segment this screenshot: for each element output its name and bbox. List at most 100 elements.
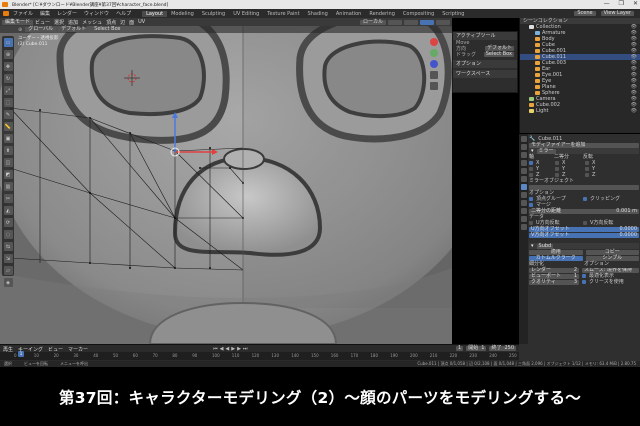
transform-tool-icon[interactable]: ⬚	[3, 98, 13, 107]
clipping-checkbox[interactable]	[583, 197, 587, 201]
scene-tab-icon[interactable]	[520, 160, 527, 166]
shear-tool-icon[interactable]: ▱	[3, 266, 13, 275]
menu-add[interactable]: 追加	[68, 19, 78, 26]
scale-tool-icon[interactable]: ⤢	[3, 86, 13, 95]
material-shading-icon[interactable]	[436, 19, 450, 25]
axis-y-icon[interactable]	[430, 49, 438, 57]
extrude-tool-icon[interactable]: ⬆	[3, 146, 13, 155]
v-mirror-checkbox[interactable]	[583, 221, 587, 225]
polybuild-tool-icon[interactable]: ◭	[3, 206, 13, 215]
drag-dropdown[interactable]: Select Box	[483, 52, 514, 57]
maximize-button[interactable]: ❐	[619, 0, 624, 9]
menu-edge[interactable]: 辺	[120, 19, 125, 26]
u-offset-field[interactable]: U方向オフセット 0.0000	[529, 226, 639, 232]
simple-button[interactable]: シンプル	[585, 255, 639, 261]
tab-rendering[interactable]: Rendering	[365, 11, 399, 17]
object-tab-icon[interactable]	[520, 176, 527, 182]
tool-tab-icon[interactable]	[520, 136, 527, 142]
timeline-ruler[interactable]: 0 10 20 30 40 50 60 70 80 90 100 110 120 130 140 150 160…	[0, 352, 519, 360]
smooth-dropdown[interactable]: スムーズ: 境界を保持	[582, 267, 639, 273]
local-view-toggle[interactable]: ローカル	[359, 19, 386, 25]
render-levels-field[interactable]: レンダー 2	[529, 267, 579, 273]
select-box-tool-icon[interactable]: ▭	[3, 38, 13, 47]
drag-dropdown[interactable]: Select Box	[91, 27, 124, 32]
tab-compositing[interactable]: Compositing	[399, 11, 438, 17]
mirror-object-field[interactable]	[529, 184, 639, 190]
tab-layout[interactable]: Layout	[142, 10, 168, 17]
bisect-x-checkbox[interactable]	[555, 161, 559, 165]
merge-checkbox[interactable]	[529, 203, 533, 207]
knife-tool-icon[interactable]: ✂	[3, 194, 13, 203]
close-button[interactable]: ✕	[633, 0, 638, 9]
axis-x-icon[interactable]	[430, 38, 438, 46]
rotate-tool-icon[interactable]: ↻	[3, 74, 13, 83]
menu-render[interactable]: レンダー	[57, 10, 77, 17]
menu-edit[interactable]: 編集	[40, 10, 50, 17]
output-tab-icon[interactable]	[520, 152, 527, 158]
solid-shading-icon[interactable]	[420, 19, 434, 25]
visibility-eye-icon[interactable]: 👁	[631, 108, 637, 114]
axis-z-icon[interactable]	[430, 60, 438, 68]
particles-tab-icon[interactable]	[520, 192, 527, 198]
menu-face[interactable]: 面	[129, 19, 134, 26]
flip-y-checkbox[interactable]	[585, 167, 589, 171]
tab-texture-paint[interactable]: Texture Paint	[263, 11, 303, 17]
measure-tool-icon[interactable]: 📏	[3, 122, 13, 131]
edge-slide-tool-icon[interactable]: ⇆	[3, 242, 13, 251]
render-tab-icon[interactable]	[520, 144, 527, 150]
current-frame-field[interactable]: 1	[456, 346, 464, 351]
bisect-z-checkbox[interactable]	[555, 173, 559, 177]
pivot-dropdown[interactable]: デフォルト	[58, 27, 90, 32]
tab-shading[interactable]: Shading	[304, 11, 332, 17]
cursor-tool-icon[interactable]: ⊕	[3, 50, 13, 59]
axis-x-checkbox[interactable]	[529, 161, 533, 165]
minimize-button[interactable]: —	[604, 0, 610, 9]
mode-selector[interactable]: 編集モード	[2, 19, 34, 25]
apply-button[interactable]: 適用	[529, 249, 583, 255]
3d-viewport[interactable]	[0, 18, 452, 344]
u-mirror-checkbox[interactable]	[529, 221, 533, 225]
menu-select[interactable]: 選択	[54, 19, 64, 26]
spin-tool-icon[interactable]: ⟳	[3, 218, 13, 227]
use-creases-checkbox[interactable]	[582, 280, 586, 284]
loopcut-tool-icon[interactable]: ▥	[3, 182, 13, 191]
optimal-display-checkbox[interactable]	[582, 274, 586, 278]
active-tool-header[interactable]: アクティブツール	[453, 32, 517, 40]
modifier-tab-icon[interactable]	[520, 184, 527, 190]
tab-scripting[interactable]: Scripting	[438, 11, 468, 17]
chevron-down-icon[interactable]: ▾	[531, 243, 534, 249]
view-layer-selector[interactable]: View Layer	[600, 11, 634, 16]
transform-orientation-dropdown[interactable]: グローバル	[25, 27, 57, 32]
axis-z-checkbox[interactable]	[529, 173, 533, 177]
shrink-tool-icon[interactable]: ⇲	[3, 254, 13, 263]
flip-x-checkbox[interactable]	[585, 161, 589, 165]
rip-tool-icon[interactable]: ◈	[3, 278, 13, 287]
navigation-gizmo[interactable]	[430, 38, 444, 98]
menu-window[interactable]: ウィンドウ	[84, 10, 109, 17]
menu-mesh[interactable]: メッシュ	[82, 19, 102, 26]
menu-vertex[interactable]: 頂点	[106, 19, 116, 26]
data-tab-icon[interactable]	[520, 216, 527, 222]
inset-tool-icon[interactable]: ◫	[3, 158, 13, 167]
add-cube-tool-icon[interactable]: ▣	[3, 134, 13, 143]
menu-help[interactable]: ヘルプ	[116, 10, 131, 17]
tab-sculpting[interactable]: Sculpting	[198, 11, 229, 17]
viewport-levels-field[interactable]: ビューポート 1	[529, 273, 579, 279]
catmull-clark-button[interactable]: カトムルクラーク	[529, 255, 583, 261]
workspace-section[interactable]: ワークスペース	[453, 70, 517, 78]
flip-z-checkbox[interactable]	[585, 173, 589, 177]
zoom-icon[interactable]	[430, 71, 438, 79]
xray-icon[interactable]	[404, 19, 418, 25]
options-section[interactable]: オプション	[453, 60, 517, 68]
mirror-name-field[interactable]: ミラー	[536, 148, 556, 154]
blender-menu-icon[interactable]	[3, 11, 9, 16]
end-frame-field[interactable]: 終了 250	[489, 346, 516, 351]
constraints-tab-icon[interactable]	[520, 208, 527, 214]
outliner-item[interactable]: Light 👁	[520, 108, 640, 114]
menu-uv[interactable]: UV	[138, 19, 145, 25]
subsurf-name-field[interactable]: Subd	[536, 243, 554, 249]
tab-modeling[interactable]: Modeling	[167, 11, 198, 17]
bevel-tool-icon[interactable]: ◩	[3, 170, 13, 179]
menu-view[interactable]: ビュー	[35, 19, 50, 26]
vertex-groups-checkbox[interactable]	[529, 197, 533, 201]
